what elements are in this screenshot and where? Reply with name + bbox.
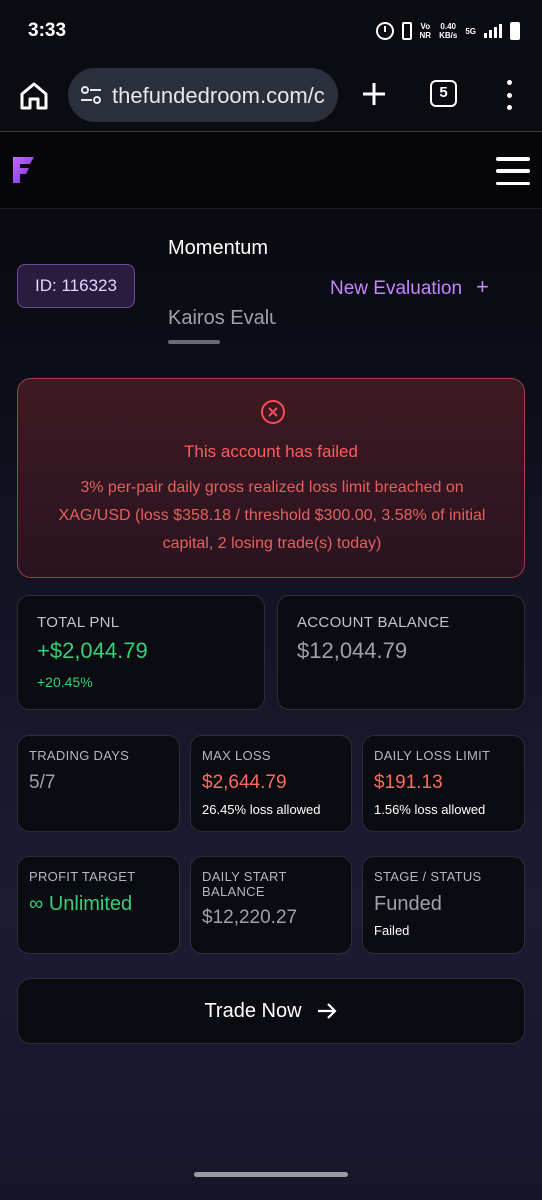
site-settings-icon[interactable] bbox=[80, 84, 102, 106]
daily-loss-limit-value: $191.13 bbox=[374, 772, 443, 793]
daily-start-balance-card: DAILY START BALANCE $12,220.27 bbox=[190, 856, 352, 954]
network-speed: 0.40 KB/s bbox=[439, 22, 458, 40]
gesture-bar bbox=[194, 1172, 348, 1177]
stage-status-label: STAGE / STATUS bbox=[374, 869, 482, 884]
account-id-badge: ID: 116323 bbox=[17, 264, 135, 308]
battery-icon bbox=[510, 22, 520, 40]
logo-icon[interactable] bbox=[10, 155, 36, 185]
hamburger-menu-icon[interactable] bbox=[496, 157, 530, 185]
vibrate-icon bbox=[401, 22, 412, 40]
failed-alert: This account has failed 3% per-pair dail… bbox=[17, 378, 525, 578]
trade-now-button[interactable]: Trade Now bbox=[17, 978, 525, 1044]
status-icons: Vo NR 0.40 KB/s 5G bbox=[375, 22, 520, 40]
max-loss-label: MAX LOSS bbox=[202, 748, 271, 763]
tab-momentum[interactable]: Momentum bbox=[168, 237, 276, 260]
tab-kairos-evaluation[interactable]: Kairos Evaluation bbox=[168, 307, 276, 330]
dashboard-content: ID: 116323 Momentum Kairos Evaluation Ne… bbox=[0, 210, 542, 1200]
status-bar: 3:33 Vo NR 0.40 KB/s 5G bbox=[0, 0, 542, 62]
plus-icon: + bbox=[476, 274, 489, 299]
tab-switcher-button[interactable]: 5 bbox=[430, 80, 457, 107]
tab-scroll-indicator bbox=[168, 340, 220, 344]
error-circle-icon bbox=[261, 400, 285, 424]
account-balance-value: $12,044.79 bbox=[297, 638, 408, 663]
max-loss-allowed: 26.45% loss allowed bbox=[202, 802, 321, 817]
max-loss-card: MAX LOSS $2,644.79 26.45% loss allowed bbox=[190, 735, 352, 832]
max-loss-value: $2,644.79 bbox=[202, 772, 287, 793]
total-pnl-value: +$2,044.79 bbox=[37, 638, 148, 663]
site-header bbox=[0, 133, 542, 209]
profit-target-label: PROFIT TARGET bbox=[29, 869, 136, 884]
more-menu-icon[interactable] bbox=[504, 80, 514, 110]
stage-value: Funded bbox=[374, 893, 442, 915]
alarm-icon bbox=[375, 22, 394, 40]
home-icon[interactable] bbox=[18, 80, 50, 112]
trading-days-value: 5/7 bbox=[29, 772, 56, 793]
profit-target-value: ∞ Unlimited bbox=[29, 893, 133, 915]
stage-status-card: STAGE / STATUS Funded Failed bbox=[362, 856, 525, 954]
status-time: 3:33 bbox=[28, 20, 67, 41]
arrow-right-icon bbox=[317, 1003, 337, 1019]
address-bar[interactable]: thefundedroom.com/c bbox=[68, 68, 338, 122]
daily-loss-limit-label: DAILY LOSS LIMIT bbox=[374, 748, 491, 763]
alert-message: 3% per-pair daily gross realized loss li… bbox=[58, 479, 486, 552]
status-value: Failed bbox=[374, 923, 410, 938]
browser-toolbar: thefundedroom.com/c 5 bbox=[0, 62, 542, 132]
signal-type: 5G bbox=[465, 26, 476, 36]
new-evaluation-button[interactable]: New Evaluation + bbox=[330, 274, 489, 300]
daily-loss-allowed: 1.56% loss allowed bbox=[374, 802, 486, 817]
network-type: Vo NR bbox=[419, 22, 432, 40]
daily-start-balance-value: $12,220.27 bbox=[202, 907, 298, 928]
trading-days-card: TRADING DAYS 5/7 bbox=[17, 735, 180, 832]
profit-target-card: PROFIT TARGET ∞ Unlimited bbox=[17, 856, 180, 954]
url-text[interactable]: thefundedroom.com/c bbox=[112, 83, 328, 109]
total-pnl-label: TOTAL PNL bbox=[37, 614, 120, 631]
trading-days-label: TRADING DAYS bbox=[29, 748, 130, 763]
new-evaluation-label: New Evaluation bbox=[330, 278, 463, 299]
account-balance-card: ACCOUNT BALANCE $12,044.79 bbox=[277, 595, 525, 710]
new-tab-icon[interactable] bbox=[360, 80, 388, 108]
alert-title: This account has failed bbox=[184, 442, 358, 461]
daily-loss-limit-card: DAILY LOSS LIMIT $191.13 1.56% loss allo… bbox=[362, 735, 525, 832]
trade-now-label: Trade Now bbox=[204, 999, 302, 1022]
signal-icon bbox=[484, 24, 502, 38]
total-pnl-card: TOTAL PNL +$2,044.79 +20.45% bbox=[17, 595, 265, 710]
account-balance-label: ACCOUNT BALANCE bbox=[297, 614, 450, 631]
total-pnl-percent: +20.45% bbox=[37, 674, 93, 690]
daily-start-balance-label: DAILY START BALANCE bbox=[202, 869, 287, 899]
